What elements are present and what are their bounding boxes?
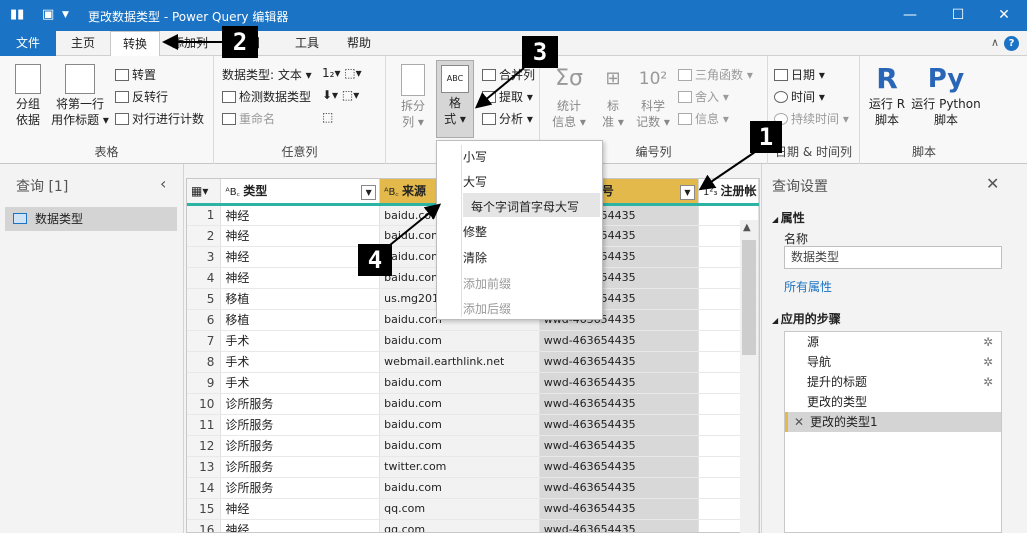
arrow-3 [474,67,525,109]
callout-1: 1 [750,121,782,153]
arrow-1 [698,151,756,191]
callout-2: 2 [222,26,258,58]
callout-4: 4 [358,244,392,276]
arrow-4 [389,203,442,246]
annotation-arrows [162,34,756,246]
callout-3: 3 [522,36,558,68]
